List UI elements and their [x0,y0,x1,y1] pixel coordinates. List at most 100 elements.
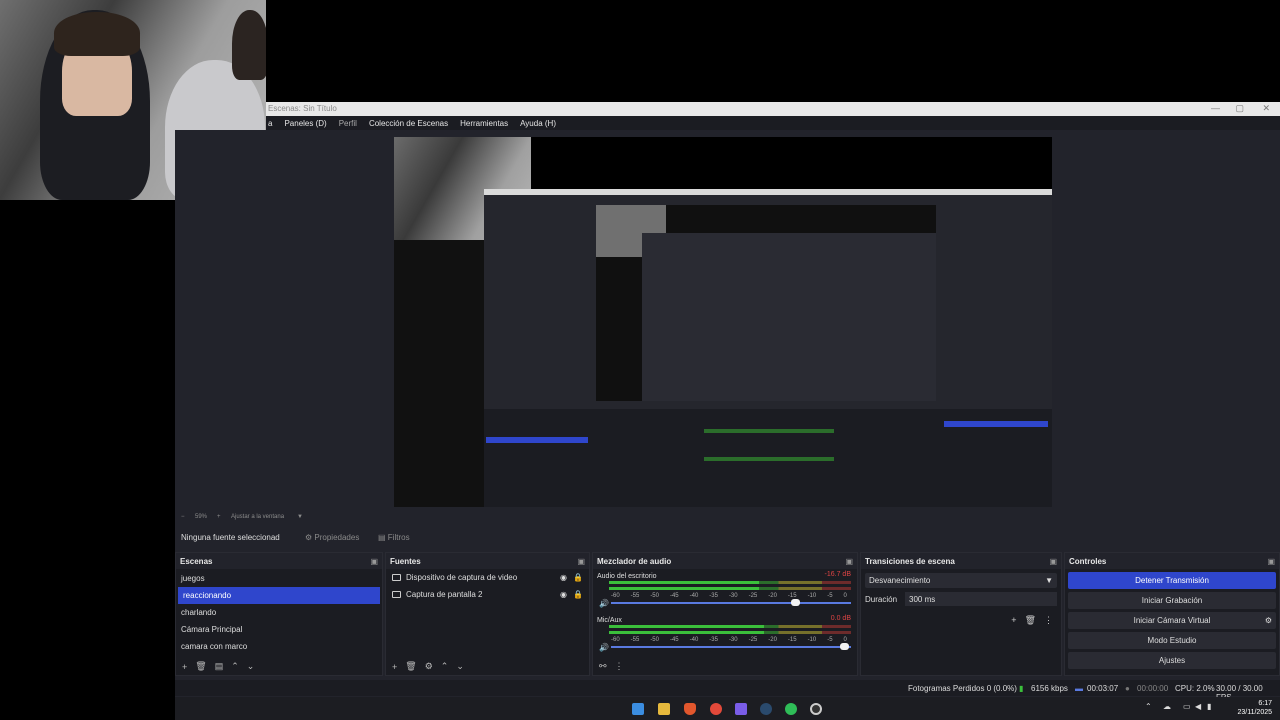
volume-slider[interactable] [611,643,851,650]
undock-icon[interactable]: ▣ [845,557,853,566]
volume-icon[interactable]: ◀ [1195,702,1201,711]
file-explorer-icon[interactable] [658,703,670,715]
duration-input[interactable]: 300 ms [905,592,1057,606]
obs-title-bar: Escenas: Sin Título — ▢ ✕ [266,102,1280,116]
volume-slider[interactable] [611,599,851,606]
more-icon[interactable]: ⋮ [1044,615,1053,626]
properties-button[interactable]: ⚙ Propiedades [305,533,359,542]
stop-stream-button[interactable]: Detener Transmisión [1068,572,1276,589]
source-item[interactable]: Dispositivo de captura de video ◉ 🔒 [386,569,589,586]
signal-icon: ▮ [1019,684,1024,693]
trash-icon[interactable]: 🗑 [195,661,206,672]
eye-icon[interactable]: ◉ [560,573,567,582]
undock-icon[interactable]: ▣ [370,557,378,566]
source-item[interactable]: Captura de pantalla 2 ◉ 🔒 [386,586,589,603]
maximize-icon[interactable]: ▢ [1235,103,1244,114]
settings-button[interactable]: Ajustes [1068,652,1276,669]
source-label: Dispositivo de captura de video [406,573,518,582]
audio-mixer-dock: Mezclador de audio ▣ Audio del escritori… [592,552,858,676]
chevron-up-icon[interactable]: ⌃ [1145,702,1152,711]
scene-item-charlando[interactable]: charlando [176,604,382,621]
menu-item-profile[interactable]: Perfil [339,119,357,128]
volume-knob[interactable] [839,643,849,650]
undock-icon[interactable]: ▣ [1267,557,1275,566]
cloud-icon[interactable]: ☁ [1163,702,1171,711]
gear-icon[interactable]: ⚙ [425,661,433,672]
eye-icon[interactable]: ◉ [560,590,567,599]
record-time: 00:00:00 [1137,684,1169,693]
steam-icon[interactable] [760,703,772,715]
sources-header: Fuentes ▣ [386,553,589,569]
chevron-down-icon[interactable]: ⌄ [247,661,255,672]
add-icon[interactable]: + [1011,615,1016,626]
speaker-icon[interactable]: 🔊 [599,643,609,652]
stream-time: 00:03:07 [1087,684,1119,693]
filter-icon[interactable]: ▤ [215,661,224,672]
duration-value: 300 ms [909,594,936,604]
mixer-title: Mezclador de audio [597,556,672,566]
obs-icon[interactable] [810,703,822,715]
add-icon[interactable]: + [392,662,397,672]
close-icon[interactable]: ✕ [1262,103,1270,114]
chevron-up-icon[interactable]: ⌃ [231,661,239,672]
gear-icon[interactable]: ⚙ [1265,612,1272,629]
brave-icon[interactable] [684,703,696,715]
chevron-down-icon[interactable]: ⌄ [456,661,464,672]
sources-dock: Fuentes ▣ Dispositivo de captura de vide… [385,552,590,676]
start-recording-button[interactable]: Iniciar Grabación [1068,592,1276,609]
discord-icon[interactable] [735,703,747,715]
network-icon[interactable]: ▭ [1183,702,1191,711]
transition-actions: + 🗑 ⋮ [1011,615,1053,626]
preview-canvas[interactable] [394,137,1052,507]
zoom-out-icon[interactable]: − [181,514,185,520]
taskbar: ⌃ ☁ ▭ ◀ ▮ 6:17 23/11/2025 [175,697,1280,720]
scene-item-juegos[interactable]: juegos [176,570,382,587]
nested-capture [642,233,936,401]
scene-item-camara-principal[interactable]: Cámara Principal [176,621,382,638]
fit-window-label[interactable]: Ajustar a la ventana [231,514,284,520]
duration-row: Duración 300 ms [865,592,1057,606]
menu-item-tools[interactable]: Herramientas [460,119,508,128]
chevron-up-icon[interactable]: ⌃ [441,661,449,672]
menu-item-help[interactable]: Ayuda (H) [520,119,556,128]
db-tick-label: -25 [748,637,758,643]
transition-select[interactable]: Desvanecimiento ▼ [865,573,1057,588]
trash-icon[interactable]: 🗑 [405,661,416,672]
lock-icon[interactable]: 🔒 [573,573,583,582]
start-virtual-camera-button[interactable]: Iniciar Cámara Virtual ⚙ [1068,612,1276,629]
battery-icon[interactable]: ▮ [1207,702,1211,711]
minimize-icon[interactable]: — [1211,103,1220,113]
scene-item-camara-con-marco[interactable]: camara con marco [176,638,382,655]
clock[interactable]: 6:17 23/11/2025 [1237,699,1272,717]
menu-item-edit[interactable]: a [268,119,272,128]
menu-item-scene-collection[interactable]: Colección de Escenas [369,119,448,128]
spotify-icon[interactable] [785,703,797,715]
sources-title: Fuentes [390,556,421,566]
sources-footer: + 🗑 ⚙ ⌃ ⌄ [392,661,464,672]
undock-icon[interactable]: ▣ [1049,557,1057,566]
filters-button[interactable]: ▤ Filtros [378,533,410,542]
filters-label: Filtros [387,533,410,542]
scene-item-reaccionando[interactable]: reaccionando [178,587,380,604]
windows-start-icon[interactable] [632,703,644,715]
studio-mode-button[interactable]: Modo Estudio [1068,632,1276,649]
db-tick-label: -55 [630,637,640,643]
trash-icon[interactable]: 🗑 [1025,615,1036,626]
speaker-icon[interactable]: 🔊 [599,599,609,608]
menu-item-panels[interactable]: Paneles (D) [284,119,326,128]
chevron-down-icon[interactable]: ▼ [297,514,303,520]
properties-label: Propiedades [314,533,360,542]
link-icon[interactable]: ⚯ [599,661,607,672]
lock-icon[interactable]: 🔒 [573,590,583,599]
controls-dock: Controles ▣ Detener Transmisión Iniciar … [1064,552,1280,676]
add-icon[interactable]: + [182,662,187,672]
db-tick-label: -45 [669,593,679,599]
person-left-hair [54,12,140,56]
zoom-in-icon[interactable]: + [217,514,221,520]
more-icon[interactable]: ⋮ [615,661,624,672]
volume-knob[interactable] [791,599,801,606]
zoom-level: 59% [195,514,208,520]
chrome-icon[interactable] [710,703,722,715]
scenes-title: Escenas [180,556,213,566]
undock-icon[interactable]: ▣ [577,557,585,566]
